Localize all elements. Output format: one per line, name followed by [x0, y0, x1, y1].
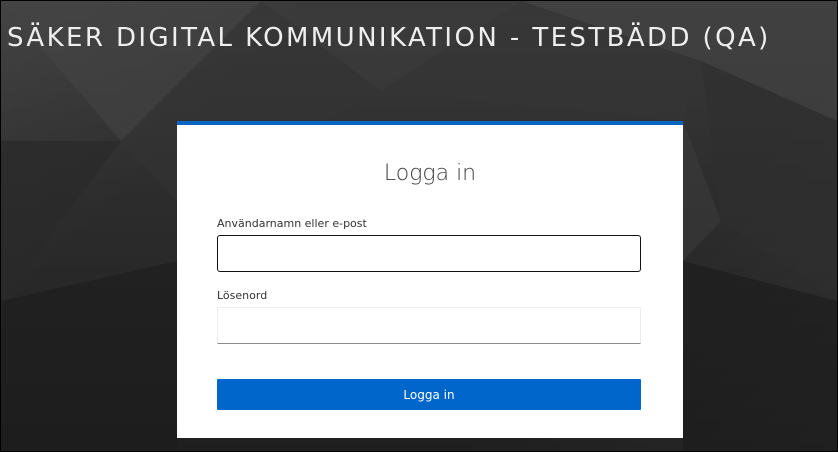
login-card: Logga in Användarnamn eller e-post Lösen…	[177, 121, 683, 438]
login-button[interactable]: Logga in	[217, 379, 641, 410]
password-input[interactable]	[217, 307, 641, 344]
page-title: SÄKER DIGITAL KOMMUNIKATION - TESTBÄDD (…	[7, 23, 771, 53]
username-input[interactable]	[217, 235, 641, 272]
login-heading: Logga in	[383, 161, 477, 186]
page-background: SÄKER DIGITAL KOMMUNIKATION - TESTBÄDD (…	[0, 0, 838, 452]
username-label: Användarnamn eller e-post	[217, 217, 367, 230]
password-label: Lösenord	[217, 289, 268, 302]
